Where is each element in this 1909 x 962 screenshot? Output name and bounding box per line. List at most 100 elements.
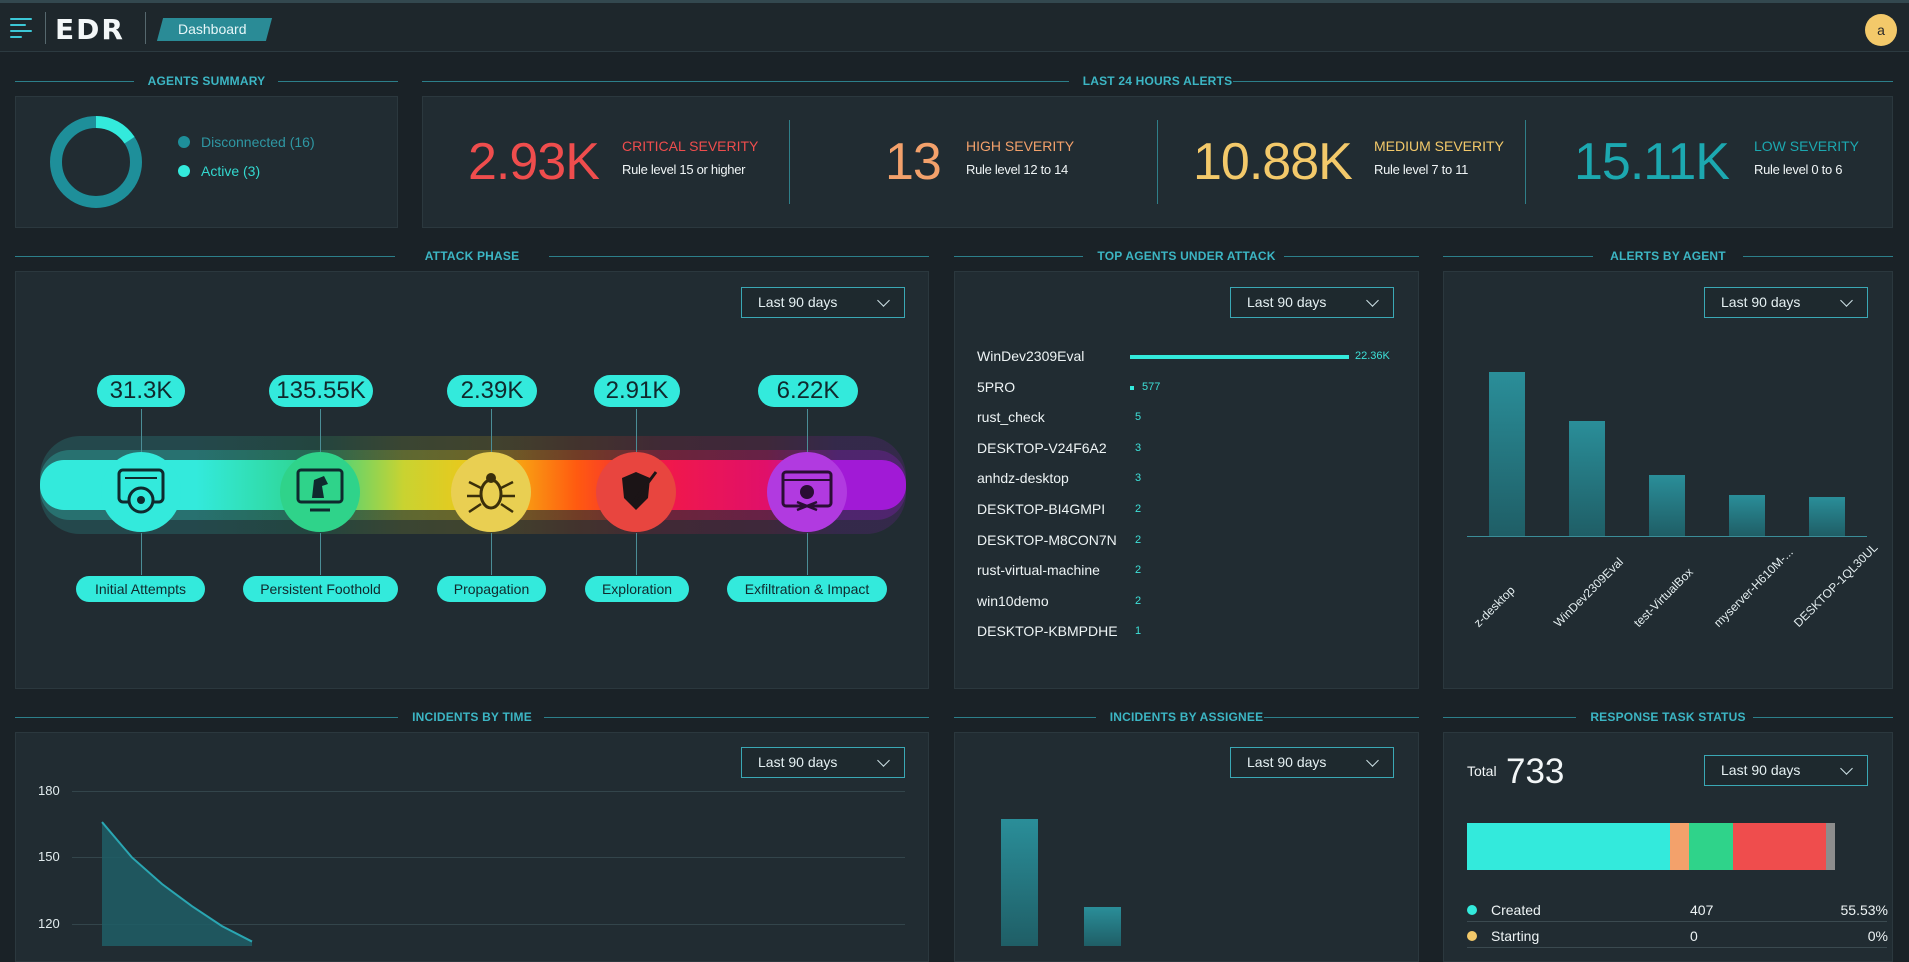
phase-value-propagation[interactable]: 2.39K xyxy=(447,375,537,407)
agents-donut-chart xyxy=(50,116,142,208)
legend-label: Starting xyxy=(1491,928,1540,944)
menu-icon[interactable] xyxy=(10,16,36,38)
legend-dot-active xyxy=(178,165,190,177)
bar-myserver-H610M-...[interactable] xyxy=(1729,495,1765,536)
agent-name[interactable]: rust-virtual-machine xyxy=(977,562,1100,578)
status-segment[interactable] xyxy=(1467,823,1671,870)
phase-label-exploration[interactable]: Exploration xyxy=(585,576,689,602)
phase-value-exfiltration[interactable]: 6.22K xyxy=(758,375,858,407)
incidents-by-time-range-select[interactable]: Last 90 days xyxy=(741,747,905,778)
section-title-last-24h-alerts: LAST 24 HOURS ALERTS xyxy=(422,74,1893,88)
agent-name[interactable]: DESKTOP-KBMPDHE xyxy=(977,623,1118,639)
high-label: HIGH SEVERITY xyxy=(966,138,1075,154)
response-task-stacked-bar xyxy=(1467,823,1835,870)
legend-active[interactable]: Active (3) xyxy=(201,163,260,179)
divider xyxy=(1157,120,1158,204)
skull-screen-icon[interactable] xyxy=(767,452,847,532)
avatar[interactable]: a xyxy=(1865,14,1897,46)
phase-label-propagation[interactable]: Propagation xyxy=(437,576,546,602)
agent-name[interactable]: DESKTOP-V24F6A2 xyxy=(977,440,1107,456)
total-value: 733 xyxy=(1506,752,1565,791)
medium-count[interactable]: 10.88K xyxy=(1193,136,1353,188)
bar-WinDev2309Eval[interactable] xyxy=(1569,421,1605,536)
phase-label-exfiltration[interactable]: Exfiltration & Impact xyxy=(727,576,887,602)
bar-assignee[interactable] xyxy=(1001,819,1038,946)
bar-anhdz-desktop[interactable] xyxy=(1489,372,1525,536)
attack-phase-range-select[interactable]: Last 90 days xyxy=(741,287,905,318)
high-count[interactable]: 13 xyxy=(885,136,942,188)
top-agents-range-select[interactable]: Last 90 days xyxy=(1230,287,1394,318)
low-label: LOW SEVERITY xyxy=(1754,138,1860,154)
agent-bar[interactable] xyxy=(1130,385,1134,390)
phase-value-initial-attempts[interactable]: 31.3K xyxy=(97,375,185,407)
legend-pct: 55.53% xyxy=(1840,902,1888,918)
phase-connector xyxy=(141,533,142,575)
status-segment[interactable] xyxy=(1732,823,1826,870)
phase-value-persistent-foothold[interactable]: 135.55K xyxy=(269,375,373,407)
select-value: Last 90 days xyxy=(1247,294,1327,310)
app-logo[interactable]: EDR xyxy=(55,13,125,46)
legend-count: 407 xyxy=(1690,902,1714,918)
phase-connector xyxy=(491,409,492,457)
chevron-down-icon xyxy=(1366,294,1379,307)
bar-assignee[interactable] xyxy=(1084,906,1121,946)
medium-sub: Rule level 7 to 11 xyxy=(1374,162,1469,177)
medium-label: MEDIUM SEVERITY xyxy=(1374,138,1504,154)
section-title-response-task-status: RESPONSE TASK STATUS xyxy=(1443,710,1893,724)
phase-connector xyxy=(807,409,808,457)
alerts-by-agent-range-select[interactable]: Last 90 days xyxy=(1704,287,1868,318)
agent-name[interactable]: anhdz-desktop xyxy=(977,470,1069,486)
agent-value: 1 xyxy=(1135,625,1142,638)
section-title-incidents-by-assignee: INCIDENTS BY ASSIGNEE xyxy=(954,710,1419,724)
breadcrumb-label: Dashboard xyxy=(178,21,247,37)
trojan-horse-icon[interactable] xyxy=(280,452,360,532)
low-count[interactable]: 15.11K xyxy=(1574,136,1730,188)
y-tick-label: 120 xyxy=(38,915,60,931)
phase-label-persistent-foothold[interactable]: Persistent Foothold xyxy=(243,576,398,602)
divider xyxy=(45,12,46,44)
incidents-by-assignee-range-select[interactable]: Last 90 days xyxy=(1230,747,1394,778)
phase-value-exploration[interactable]: 2.91K xyxy=(594,375,680,407)
y-tick-label: 180 xyxy=(38,783,60,799)
agent-name[interactable]: DESKTOP-M8CON7N xyxy=(977,532,1117,548)
select-value: Last 90 days xyxy=(758,294,838,310)
critical-count[interactable]: 2.93K xyxy=(468,136,600,188)
bar-DESKTOP-1QL30UL[interactable] xyxy=(1809,497,1845,536)
phase-connector xyxy=(636,409,637,457)
phase-connector xyxy=(320,409,321,457)
legend-dot-disconnected xyxy=(178,136,190,148)
legend-dot xyxy=(1467,905,1477,915)
section-title-agents-summary: AGENTS SUMMARY xyxy=(15,74,398,88)
bug-icon[interactable] xyxy=(451,452,531,532)
agent-name[interactable]: rust_check xyxy=(977,409,1045,425)
agent-bar[interactable] xyxy=(1130,355,1349,359)
bar-test-VirtualBox[interactable] xyxy=(1649,475,1685,536)
status-segment[interactable] xyxy=(1825,823,1835,870)
total-label: Total xyxy=(1467,763,1497,779)
agent-name[interactable]: WinDev2309Eval xyxy=(977,348,1084,364)
agent-value: 2 xyxy=(1135,533,1142,546)
agents-summary-panel: Disconnected (16) Active (3) xyxy=(15,96,398,228)
agent-name[interactable]: win10demo xyxy=(977,593,1049,609)
status-segment[interactable] xyxy=(1670,823,1689,870)
low-sub: Rule level 0 to 6 xyxy=(1754,162,1843,177)
incidents-by-time-chart xyxy=(101,821,253,946)
breadcrumb-dashboard[interactable]: Dashboard xyxy=(156,18,272,41)
shield-sword-icon[interactable] xyxy=(596,452,676,532)
section-title-attack-phase: ATTACK PHASE xyxy=(15,249,929,263)
agent-value: 2 xyxy=(1135,564,1142,577)
legend-disconnected[interactable]: Disconnected (16) xyxy=(201,134,315,150)
phase-connector xyxy=(491,533,492,575)
status-segment[interactable] xyxy=(1688,823,1733,870)
monitor-gear-icon[interactable] xyxy=(101,452,181,532)
chevron-down-icon xyxy=(877,294,890,307)
divider xyxy=(789,120,790,204)
agent-name[interactable]: DESKTOP-BI4GMPI xyxy=(977,501,1105,517)
area-series[interactable] xyxy=(102,822,252,946)
phase-label-initial-attempts[interactable]: Initial Attempts xyxy=(76,576,205,602)
agent-value: 22.36K xyxy=(1355,350,1390,362)
agent-name[interactable]: 5PRO xyxy=(977,379,1015,395)
response-task-range-select[interactable]: Last 90 days xyxy=(1704,755,1868,786)
critical-sub: Rule level 15 or higher xyxy=(622,162,746,177)
phase-connector xyxy=(807,533,808,575)
